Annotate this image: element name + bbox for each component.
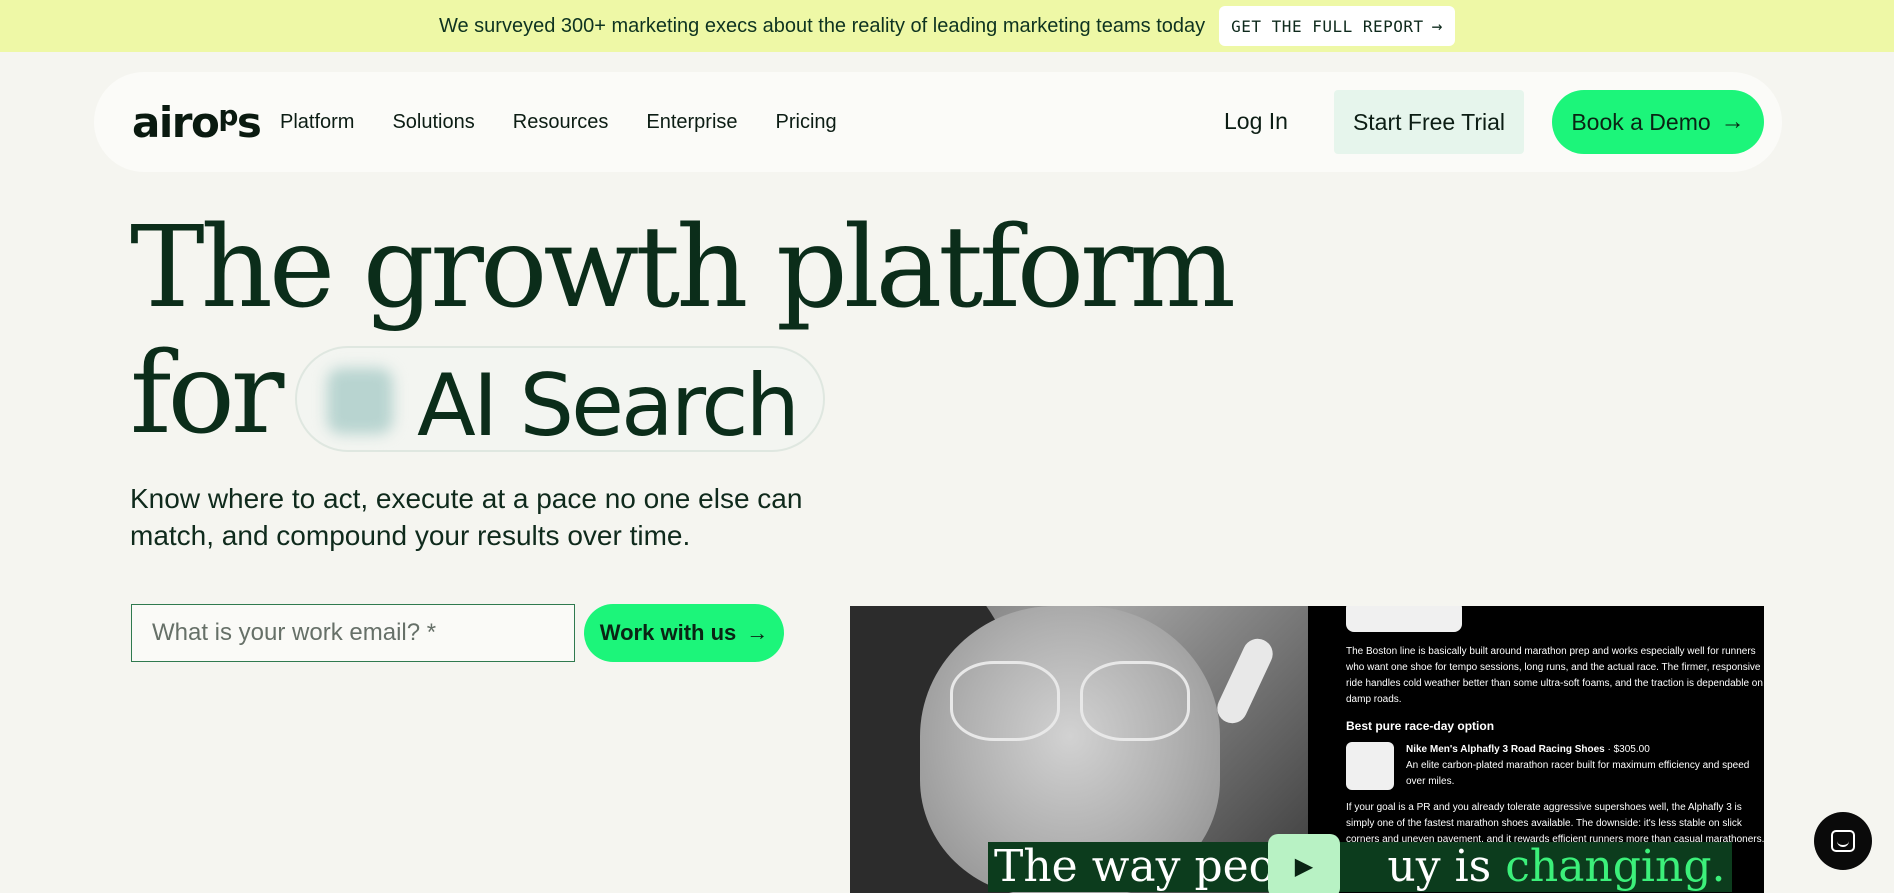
work-with-us-button[interactable]: Work with us →: [584, 604, 784, 662]
hero-heading-for: for: [130, 329, 284, 459]
glasses-left-lens: [950, 661, 1060, 741]
get-full-report-button[interactable]: GET THE FULL REPORT →: [1219, 6, 1456, 46]
login-link[interactable]: Log In: [1224, 108, 1288, 135]
rotating-word-pill: AI Search: [295, 346, 825, 456]
chat-icon: [1831, 830, 1855, 852]
work-with-us-label: Work with us: [599, 620, 737, 645]
start-free-trial-label: Start Free Trial: [1352, 108, 1506, 135]
get-full-report-label: GET THE FULL REPORT: [1231, 16, 1424, 36]
video-caption: The way peopl uy is changing.: [988, 842, 1732, 892]
product-price: · $305.00: [1607, 744, 1650, 755]
nav-item-solutions[interactable]: Solutions: [392, 111, 474, 134]
caption-highlight: changing.: [1505, 841, 1726, 892]
top-navigation: airops Platform Solutions Resources Ente…: [94, 72, 1782, 172]
play-icon: ▶: [1294, 852, 1314, 880]
product-card: Nike Men's Alphafly 3 Road Racing Shoes …: [1346, 742, 1764, 790]
arrow-right-icon: →: [746, 620, 769, 645]
nav-item-enterprise[interactable]: Enterprise: [646, 111, 737, 134]
nav-item-platform[interactable]: Platform: [280, 111, 354, 134]
start-free-trial-button[interactable]: Start Free Trial: [1334, 90, 1524, 154]
arrow-right-icon: →: [1431, 15, 1444, 37]
nav-menu: Platform Solutions Resources Enterprise …: [280, 72, 837, 172]
logo-text-main: airo: [132, 98, 220, 147]
glasses-right-lens: [1080, 661, 1190, 741]
panel-paragraph-1: The Boston line is basically built aroun…: [1346, 646, 1763, 705]
banner-text: We surveyed 300+ marketing execs about t…: [438, 14, 1206, 37]
caption-mid: uy is: [1387, 841, 1506, 892]
rotating-word: AI Search: [417, 356, 800, 456]
hero-subtitle: Know where to act, execute at a pace no …: [130, 483, 803, 551]
nav-item-pricing[interactable]: Pricing: [776, 111, 837, 134]
logo-text-sup: p: [218, 99, 238, 132]
book-demo-label: Book a Demo: [1571, 108, 1711, 135]
airops-logo[interactable]: airops: [132, 98, 262, 147]
product-description: An elite carbon-plated marathon racer bu…: [1406, 760, 1750, 787]
hero-video[interactable]: The Boston line is basically built aroun…: [850, 606, 1764, 893]
play-button[interactable]: ▶: [1268, 834, 1340, 893]
nav-item-resources[interactable]: Resources: [513, 111, 609, 134]
shoe-thumbnail: [1346, 742, 1394, 790]
book-demo-button[interactable]: Book a Demo →: [1552, 90, 1764, 154]
logo-text-tail: s: [236, 98, 262, 147]
announcement-banner: We surveyed 300+ marketing execs about t…: [0, 0, 1894, 52]
panel-top-chip: [1346, 606, 1462, 632]
hero-heading-line1: The growth platform: [130, 203, 1236, 333]
blurred-app-icon: [327, 368, 393, 434]
panel-heading: Best pure race-day option: [1346, 719, 1495, 733]
light-streak: [1212, 633, 1278, 729]
product-title: Nike Men's Alphafly 3 Road Racing Shoes: [1406, 744, 1605, 755]
chat-launcher-button[interactable]: [1814, 812, 1872, 870]
work-email-input[interactable]: [131, 604, 575, 662]
arrow-right-icon: →: [1720, 108, 1745, 135]
